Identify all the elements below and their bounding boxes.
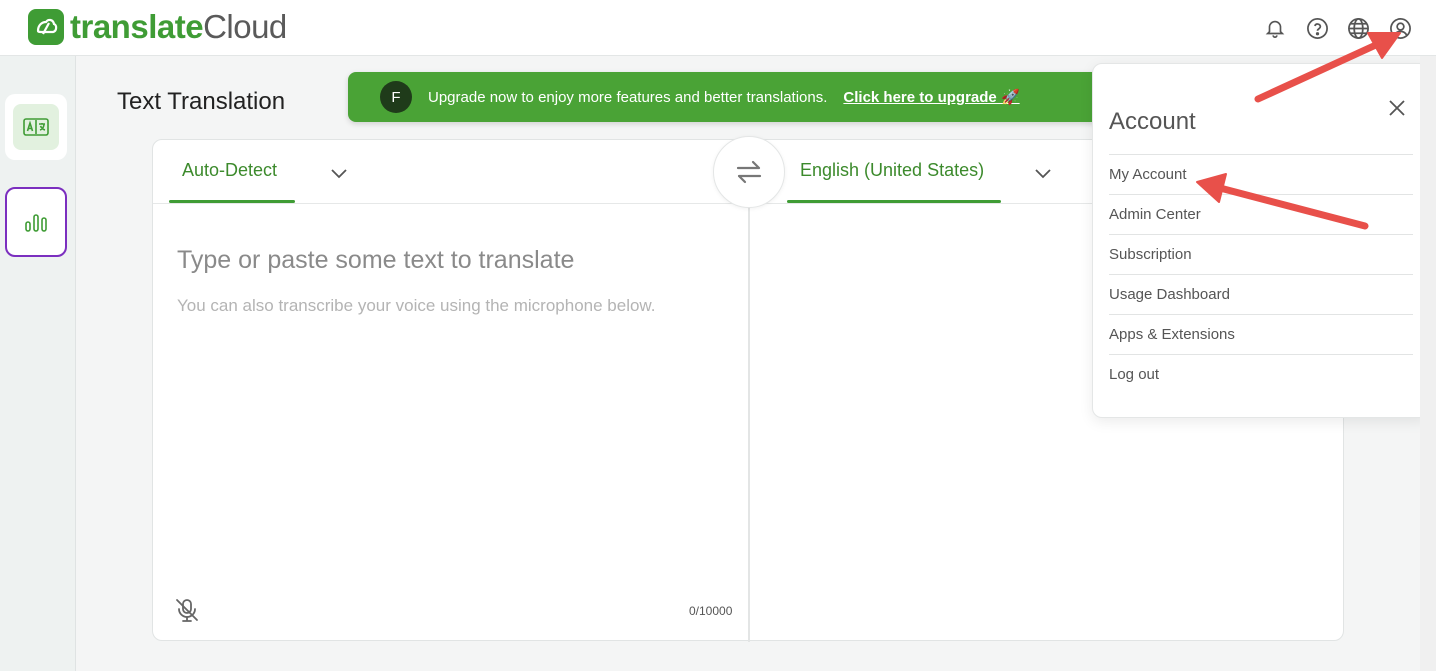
logo-text-translate: translate: [70, 8, 204, 45]
page-title: Text Translation: [117, 88, 286, 115]
close-icon[interactable]: [1387, 98, 1407, 118]
top-header: translateCloud: [0, 0, 1436, 56]
logo-text: translateCloud: [70, 9, 287, 45]
menu-item-apps-extensions[interactable]: Apps & Extensions: [1109, 314, 1413, 354]
target-language-selector[interactable]: English (United States): [800, 160, 984, 181]
menu-item-log-out[interactable]: Log out: [1109, 354, 1413, 394]
logo-text-cloud: Cloud: [203, 8, 287, 45]
pane-divider: [748, 203, 750, 642]
page-scrollbar[interactable]: [1420, 56, 1436, 671]
menu-item-usage-dashboard[interactable]: Usage Dashboard: [1109, 274, 1413, 314]
upgrade-banner: F Upgrade now to enjoy more features and…: [348, 72, 1108, 122]
menu-item-subscription[interactable]: Subscription: [1109, 234, 1413, 274]
microphone-off-icon[interactable]: [173, 596, 201, 624]
menu-item-admin-center[interactable]: Admin Center: [1109, 194, 1413, 234]
account-title: Account: [1109, 108, 1196, 135]
bell-icon[interactable]: [1262, 15, 1288, 41]
menu-item-my-account[interactable]: My Account: [1109, 154, 1413, 194]
swap-icon: [736, 160, 762, 184]
chevron-down-icon[interactable]: [1034, 164, 1052, 182]
chevron-down-icon[interactable]: [330, 164, 348, 182]
account-menu-list: My Account Admin Center Subscription Usa…: [1109, 154, 1413, 394]
bar-chart-icon: [25, 214, 47, 232]
user-icon[interactable]: [1387, 15, 1413, 41]
voice-hint: You can also transcribe your voice using…: [177, 296, 656, 315]
banner-avatar: F: [380, 81, 412, 113]
source-text-input[interactable]: Type or paste some text to translate: [177, 246, 574, 275]
upgrade-link[interactable]: Click here to upgrade 🚀: [843, 88, 1019, 106]
sidebar-item-usage-dashboard[interactable]: [5, 187, 67, 257]
left-sidebar: [0, 56, 76, 671]
sidebar-item-text-translation[interactable]: [5, 94, 67, 160]
source-language-underline: [169, 200, 295, 203]
banner-message: Upgrade now to enjoy more features and b…: [428, 88, 828, 106]
source-language-selector[interactable]: Auto-Detect: [182, 160, 277, 181]
target-language-underline: [787, 200, 1001, 203]
swap-languages-button[interactable]: [713, 136, 785, 208]
character-count: 0/10000: [689, 604, 733, 618]
app-logo[interactable]: translateCloud: [28, 9, 287, 45]
logo-icon: [28, 9, 64, 45]
help-icon[interactable]: [1304, 15, 1330, 41]
account-dropdown: Account My Account Admin Center Subscrip…: [1092, 63, 1429, 418]
translate-icon: [13, 104, 59, 150]
globe-icon[interactable]: [1345, 15, 1371, 41]
